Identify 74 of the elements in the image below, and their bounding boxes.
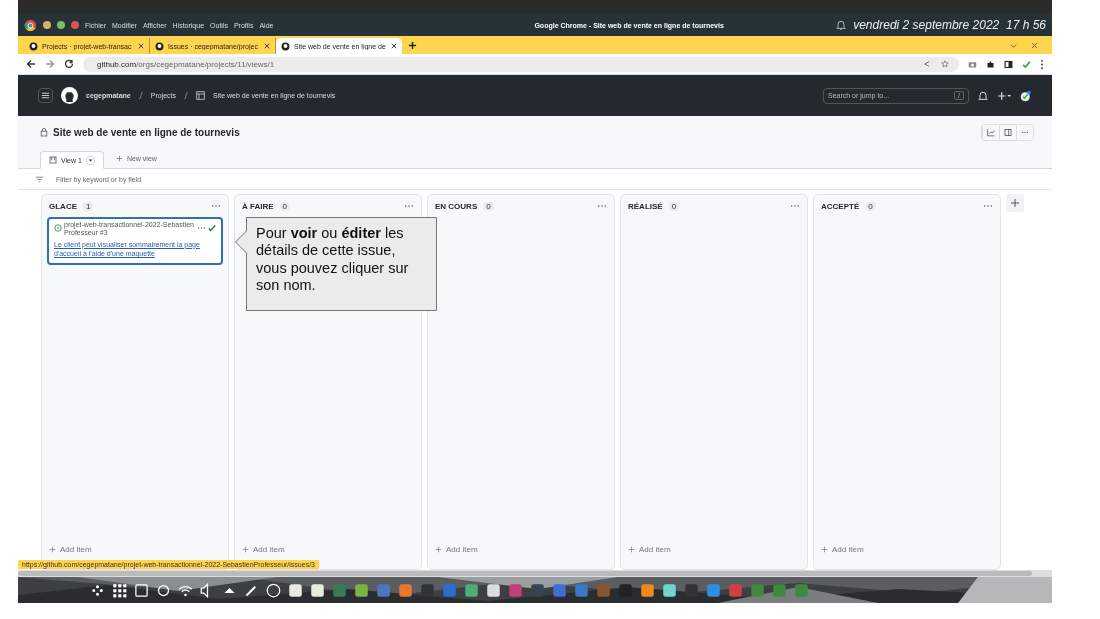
more-icon[interactable] — [404, 204, 414, 208]
close-icon[interactable] — [1031, 41, 1038, 49]
bell-icon[interactable] — [835, 19, 848, 31]
add-item-button[interactable]: Add item — [47, 543, 223, 556]
plus-icon — [49, 546, 56, 553]
close-icon[interactable] — [264, 43, 270, 49]
table-icon — [196, 91, 206, 100]
filter-icon — [35, 174, 44, 184]
puzzle-icon[interactable] — [986, 59, 995, 69]
item-count: 1 — [83, 201, 94, 211]
github-logo[interactable] — [61, 87, 78, 104]
launcher-icon[interactable] — [90, 582, 105, 598]
more-icon[interactable] — [983, 204, 993, 208]
plus-icon — [242, 546, 249, 553]
item-count: 0 — [865, 201, 876, 211]
separator-icon — [138, 91, 143, 100]
tooltip-callout: Pour voir ou éditer les détails de cette issue, vous pouvez cliquer sur son nom. — [235, 217, 437, 311]
close-icon[interactable] — [138, 43, 144, 49]
close-button[interactable] — [71, 21, 79, 29]
board-icon — [49, 156, 57, 164]
camera-icon[interactable] — [968, 59, 977, 69]
more-icon[interactable] — [597, 204, 607, 208]
menu-icon[interactable] — [1040, 58, 1044, 70]
circle-icon[interactable] — [266, 582, 281, 598]
column-title: À FAIRE — [242, 201, 274, 211]
star-icon[interactable] — [941, 60, 949, 68]
new-tab-button[interactable] — [408, 40, 417, 50]
maximize-button[interactable] — [57, 21, 65, 29]
sidebar-icon[interactable] — [1004, 59, 1013, 69]
add-item-button[interactable]: Add item — [240, 543, 416, 556]
item-count: 0 — [668, 201, 680, 211]
desktop-icon[interactable] — [134, 582, 149, 598]
address-field[interactable]: github.com/orgs/cegepmatane/projects/11/views/1 — [83, 56, 959, 72]
plus-icon[interactable] — [997, 90, 1012, 101]
item-count: 0 — [279, 201, 290, 211]
plus-icon — [115, 154, 123, 162]
item-count: 0 — [483, 201, 494, 211]
reload-icon[interactable] — [64, 59, 74, 69]
column-title: ACCEPTÉ — [821, 201, 860, 211]
clock: vendredi 2 septembre 2022 17 h 56 — [853, 18, 1046, 32]
app-grid-icon[interactable] — [112, 582, 127, 598]
column-title: RÉALISÉ — [628, 201, 663, 211]
github-icon — [29, 41, 38, 51]
back-icon[interactable] — [26, 59, 36, 69]
project-title: Site web de vente en ligne de tournevis — [53, 126, 240, 138]
more-icon[interactable] — [211, 204, 221, 208]
plus-icon — [821, 546, 828, 553]
dropdown-icon[interactable] — [85, 155, 95, 165]
github-icon — [155, 41, 164, 51]
separator-icon — [184, 91, 189, 100]
bell-icon[interactable] — [977, 89, 989, 102]
chrome-icon[interactable] — [24, 18, 37, 32]
column-title: GLACE — [49, 201, 77, 211]
lock-icon — [40, 127, 48, 137]
menu-button[interactable] — [38, 88, 53, 103]
add-item-button[interactable]: Add item — [819, 543, 995, 556]
plus-icon — [435, 546, 442, 553]
checkmark-icon[interactable] — [1022, 59, 1031, 69]
avatar-icon[interactable] — [1020, 89, 1032, 102]
scrollbar[interactable] — [18, 571, 1032, 576]
add-item-button[interactable]: Add item — [626, 543, 802, 556]
plus-icon — [628, 546, 635, 553]
close-icon[interactable] — [391, 43, 397, 49]
add-item-button[interactable]: Add item — [433, 543, 609, 556]
column-title: EN COURS — [435, 201, 478, 211]
share-icon[interactable] — [923, 60, 931, 68]
more-icon[interactable] — [790, 204, 800, 208]
menu-icon — [41, 91, 50, 100]
checkmark-icon — [208, 224, 216, 232]
minimize-button[interactable] — [43, 21, 51, 29]
sync-icon[interactable] — [156, 582, 171, 598]
open-issue-icon — [54, 224, 62, 232]
chevron-down-icon[interactable] — [1010, 41, 1017, 49]
github-icon — [281, 41, 290, 51]
